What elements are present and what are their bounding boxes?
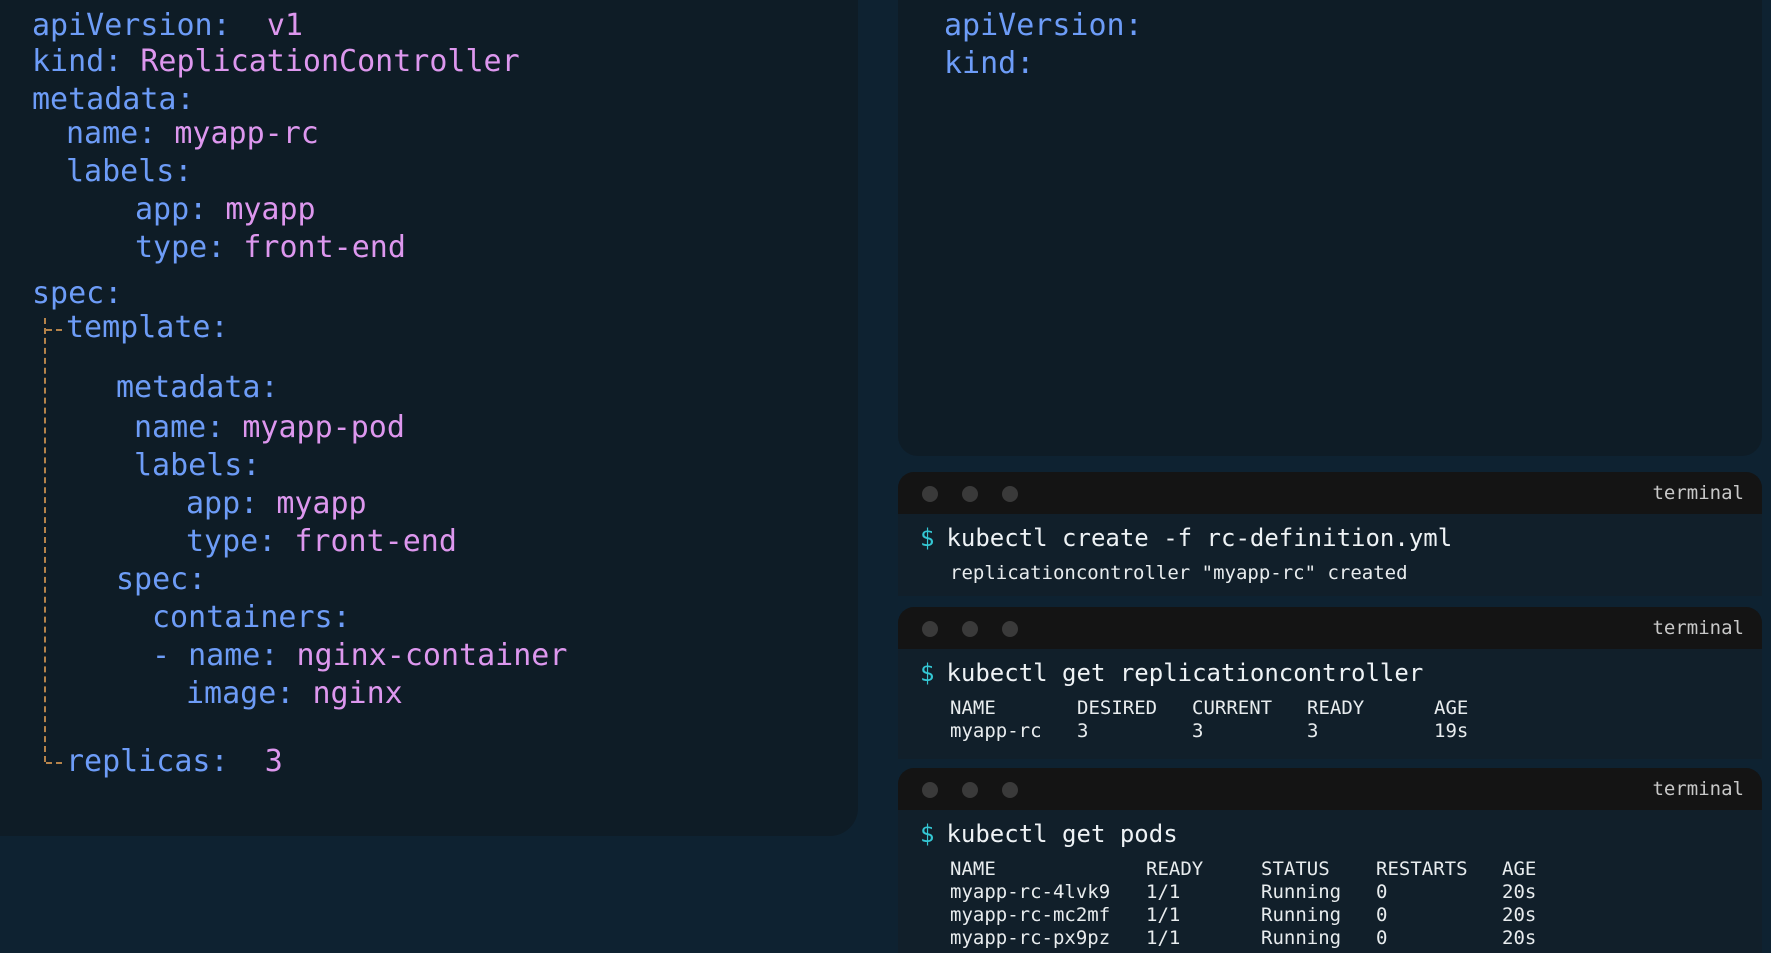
template-guide-line [44, 318, 46, 762]
yaml-line-container-name: - name: nginx-container [152, 638, 568, 673]
table-header-cell: DESIRED [1077, 697, 1158, 719]
yaml-line-apiversion-empty: apiVersion: [944, 8, 1143, 43]
yaml-line-replicas: replicas: 3 [66, 744, 283, 779]
table-cell: myapp-rc-4lvk9 [950, 881, 1111, 903]
window-dot-icon [962, 621, 978, 637]
table-header-cell: AGE [1502, 858, 1537, 880]
yaml-line-container-image: image: nginx [186, 676, 403, 711]
table-cell: 0 [1376, 881, 1388, 903]
prompt-symbol: $ [920, 820, 935, 848]
terminal-output: replicationcontroller "myapp-rc" created [950, 562, 1408, 584]
yaml-editor-left[interactable]: apiVersion: v1 kind: ReplicationControll… [0, 0, 858, 836]
table-cell: myapp-rc-mc2mf [950, 904, 1111, 926]
table-cell: 1/1 [1146, 904, 1181, 926]
yaml-line-pod-type: type: front-end [186, 524, 457, 559]
yaml-line-app: app: myapp [135, 192, 316, 227]
table-header-cell: STATUS [1261, 858, 1330, 880]
window-dot-icon [962, 486, 978, 502]
table-cell: Running [1261, 904, 1342, 926]
template-guide-tick [46, 329, 62, 331]
window-dot-icon [922, 621, 938, 637]
table-cell: 20s [1502, 927, 1537, 949]
yaml-line-pod-name: name: myapp-pod [134, 410, 405, 445]
yaml-line-kind: kind: ReplicationController [32, 44, 520, 79]
yaml-line-template-metadata: metadata: [116, 370, 279, 405]
replicas-guide-tick [46, 762, 62, 764]
table-cell: 1/1 [1146, 927, 1181, 949]
terminal-title: terminal [1652, 482, 1744, 504]
yaml-line-pod-app: app: myapp [186, 486, 367, 521]
yaml-line-kind-empty: kind: [944, 46, 1035, 81]
terminal-command-line: $ kubectl get pods [920, 820, 1178, 848]
prompt-symbol: $ [920, 659, 935, 687]
yaml-line-spec: spec: [32, 276, 123, 311]
yaml-line-pod-spec: spec: [116, 562, 207, 597]
yaml-editor-right[interactable]: apiVersion: kind: [898, 0, 1762, 456]
terminal-title: terminal [1652, 778, 1744, 800]
table-cell: 0 [1376, 904, 1388, 926]
yaml-line-type: type: front-end [135, 230, 406, 265]
table-header-cell: CURRENT [1192, 697, 1273, 719]
yaml-line-template: template: [66, 310, 229, 345]
terminal-title-bar: terminal [898, 768, 1762, 810]
table-cell: myapp-rc [950, 720, 1042, 742]
table-cell: 0 [1376, 927, 1388, 949]
table-cell: 19s [1434, 720, 1469, 742]
yaml-line-labels: labels: [66, 154, 193, 189]
table-header-cell: NAME [950, 858, 996, 880]
terminal-title-bar: terminal [898, 472, 1762, 514]
table-header-cell: READY [1307, 697, 1365, 719]
yaml-line-metadata: metadata: [32, 82, 195, 117]
window-dot-icon [1002, 782, 1018, 798]
yaml-line-apiversion: apiVersion: v1 [32, 8, 303, 43]
terminal-title: terminal [1652, 617, 1744, 639]
table-header-cell: READY [1146, 858, 1204, 880]
table-header-cell: NAME [950, 697, 996, 719]
terminal-command: kubectl get replicationcontroller [946, 659, 1424, 687]
yaml-line-name: name: myapp-rc [66, 116, 319, 151]
terminal-command-line: $ kubectl get replicationcontroller [920, 659, 1423, 687]
table-cell: 3 [1192, 720, 1204, 742]
table-cell: Running [1261, 927, 1342, 949]
window-dot-icon [962, 782, 978, 798]
table-cell: 20s [1502, 881, 1537, 903]
terminal-command: kubectl create -f rc-definition.yml [946, 524, 1453, 552]
table-cell: 1/1 [1146, 881, 1181, 903]
terminal-window-create[interactable]: terminal $ kubectl create -f rc-definitio… [898, 472, 1762, 596]
terminal-window-get-pods[interactable]: terminal $ kubectl get pods NAME READY ST… [898, 768, 1762, 953]
table-header-cell: RESTARTS [1376, 858, 1468, 880]
window-dot-icon [922, 486, 938, 502]
window-dot-icon [922, 782, 938, 798]
terminal-command: kubectl get pods [946, 820, 1178, 848]
terminal-window-get-rc[interactable]: terminal $ kubectl get replicationcontrol… [898, 607, 1762, 759]
table-header-cell: AGE [1434, 697, 1469, 719]
yaml-line-containers: containers: [152, 600, 351, 635]
table-cell: 3 [1307, 720, 1319, 742]
terminal-command-line: $ kubectl create -f rc-definition.yml [920, 524, 1452, 552]
table-cell: Running [1261, 881, 1342, 903]
prompt-symbol: $ [920, 524, 935, 552]
table-cell: 3 [1077, 720, 1089, 742]
yaml-line-pod-labels: labels: [134, 448, 261, 483]
table-cell: 20s [1502, 904, 1537, 926]
table-cell: myapp-rc-px9pz [950, 927, 1111, 949]
window-dot-icon [1002, 621, 1018, 637]
terminal-title-bar: terminal [898, 607, 1762, 649]
window-dot-icon [1002, 486, 1018, 502]
